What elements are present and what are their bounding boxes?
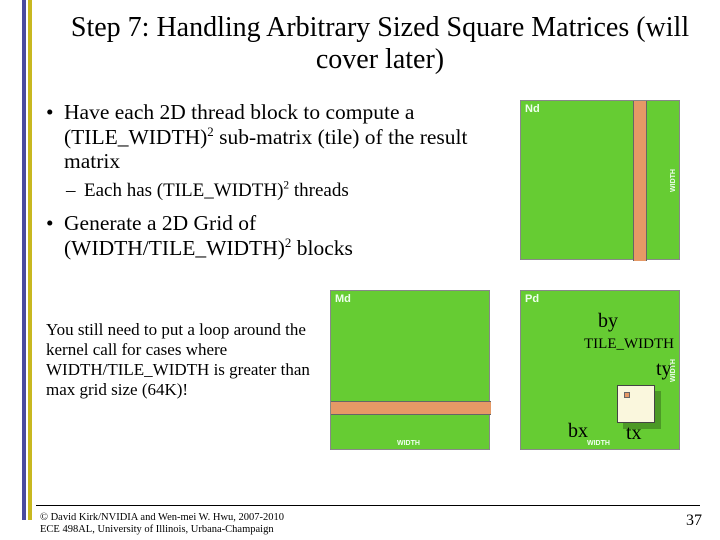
tile-width-label: TILE_WIDTH bbox=[584, 336, 674, 353]
nd-matrix: Nd WIDTH bbox=[520, 100, 680, 260]
tx-label: tx bbox=[626, 422, 642, 445]
slide-number: 37 bbox=[686, 512, 702, 530]
footer-rule bbox=[36, 505, 700, 506]
pd-label: Pd bbox=[525, 293, 539, 305]
ty-label: ty bbox=[656, 358, 672, 381]
copyright: © David Kirk/NVIDIA and Wen-mei W. Hwu, … bbox=[40, 512, 284, 536]
matrix-diagram: Nd WIDTH Md WIDTH Pd WIDTH WIDTH by TILE… bbox=[330, 100, 710, 480]
md-matrix: Md WIDTH bbox=[330, 290, 490, 450]
thread-cell bbox=[624, 392, 630, 398]
md-label: Md bbox=[335, 293, 351, 305]
md-row-stripe bbox=[331, 401, 491, 415]
nd-column-stripe bbox=[633, 101, 647, 261]
pd-width-bottom: WIDTH bbox=[587, 440, 610, 447]
bullet-2-pre: Generate a 2D Grid of (WIDTH/TILE_WIDTH) bbox=[64, 211, 285, 260]
nd-label: Nd bbox=[525, 103, 540, 115]
nd-width-right: WIDTH bbox=[670, 169, 677, 192]
copyright-line1: © David Kirk/NVIDIA and Wen-mei W. Hwu, … bbox=[40, 512, 284, 524]
loop-note: You still need to put a loop around the … bbox=[46, 320, 331, 400]
bx-label: bx bbox=[568, 420, 588, 443]
md-width-bottom: WIDTH bbox=[397, 440, 420, 447]
copyright-line2: ECE 498AL, University of Illinois, Urban… bbox=[40, 524, 284, 536]
pd-tile bbox=[617, 385, 655, 423]
sub-1-pre: Each has (TILE_WIDTH) bbox=[84, 180, 283, 201]
left-accent-rule bbox=[22, 0, 32, 520]
by-label: by bbox=[598, 310, 618, 333]
slide-title: Step 7: Handling Arbitrary Sized Square … bbox=[60, 12, 700, 76]
